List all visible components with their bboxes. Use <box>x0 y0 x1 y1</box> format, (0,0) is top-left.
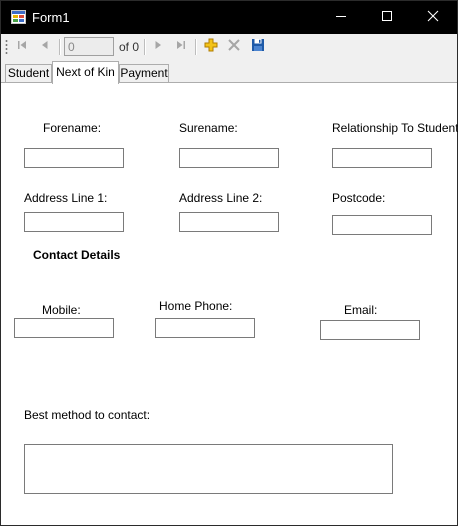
maximize-button[interactable] <box>364 1 410 34</box>
move-first-icon <box>16 39 28 54</box>
tab-student[interactable]: Student <box>5 64 52 83</box>
next-of-kin-panel: Forename: Surename: Relationship To Stud… <box>1 83 458 525</box>
forename-label: Forename: <box>43 121 102 135</box>
save-icon <box>251 38 265 55</box>
move-last-icon <box>175 39 187 54</box>
add-new-button[interactable] <box>201 37 221 56</box>
address-line-1-input[interactable] <box>24 212 124 232</box>
form1-window: Form1 0 of 0 Student Next of Kin Payment… <box>0 0 458 526</box>
toolbar-grip[interactable] <box>5 39 8 55</box>
email-input[interactable] <box>320 320 420 340</box>
tab-control: Student Next of Kin Payment <box>1 59 457 84</box>
relationship-input[interactable] <box>332 148 432 168</box>
close-icon <box>427 10 439 25</box>
add-new-icon <box>204 38 218 55</box>
contact-details-heading: Contact Details <box>33 248 121 262</box>
mobile-label: Mobile: <box>42 303 81 317</box>
best-method-textarea[interactable] <box>24 444 393 494</box>
forename-input[interactable] <box>24 148 124 168</box>
address-line-2-input[interactable] <box>179 212 279 232</box>
email-label: Email: <box>344 303 378 317</box>
home-phone-label: Home Phone: <box>159 299 233 313</box>
tab-label: Student <box>7 66 50 80</box>
position-item-input[interactable] <box>64 37 114 56</box>
app-form-icon <box>11 10 26 24</box>
move-last-button[interactable] <box>171 37 191 56</box>
delete-button[interactable] <box>224 37 244 56</box>
tab-next-of-kin[interactable]: Next of Kin <box>52 61 119 84</box>
address-line-1-label: Address Line 1: <box>24 191 108 205</box>
close-button[interactable] <box>410 1 456 34</box>
move-previous-button[interactable] <box>35 37 55 56</box>
binding-navigator-toolbar: of 0 <box>1 34 457 59</box>
move-next-icon <box>152 39 164 54</box>
mobile-input[interactable] <box>14 318 114 338</box>
postcode-label: Postcode: <box>332 191 386 205</box>
tab-label: Next of Kin <box>56 65 115 79</box>
best-method-label: Best method to contact: <box>24 408 151 422</box>
count-item-label: of 0 <box>119 40 140 54</box>
surname-input[interactable] <box>179 148 279 168</box>
minimize-icon <box>335 10 347 25</box>
title-bar[interactable]: Form1 <box>1 1 457 34</box>
address-line-2-label: Address Line 2: <box>179 191 263 205</box>
window-title: Form1 <box>32 10 70 25</box>
move-first-button[interactable] <box>12 37 32 56</box>
minimize-button[interactable] <box>318 1 364 34</box>
maximize-icon <box>381 10 393 25</box>
save-button[interactable] <box>248 37 268 56</box>
home-phone-input[interactable] <box>155 318 255 338</box>
toolbar-separator <box>144 39 146 55</box>
tab-label: Payment <box>120 66 168 80</box>
tab-payment[interactable]: Payment <box>119 64 169 83</box>
surname-label: Surename: <box>179 121 238 135</box>
postcode-input[interactable] <box>332 215 432 235</box>
move-next-button[interactable] <box>148 37 168 56</box>
delete-icon <box>227 38 241 55</box>
move-previous-icon <box>39 39 51 54</box>
toolbar-separator <box>59 39 61 55</box>
relationship-label: Relationship To Student: <box>332 121 458 135</box>
toolbar-separator <box>195 39 197 55</box>
